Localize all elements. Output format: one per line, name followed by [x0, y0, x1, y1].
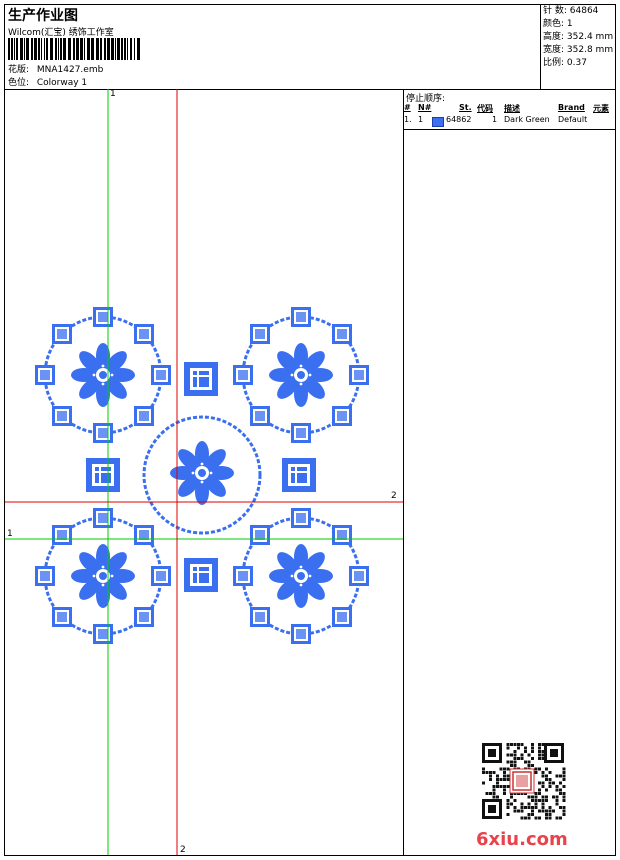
- width-value: 352.8 mm: [566, 45, 614, 55]
- scale-row: 比例: 0.37: [541, 57, 617, 70]
- square-motif-left: [85, 457, 121, 493]
- row-n: 1: [418, 115, 424, 124]
- col-code: 代码: [477, 104, 493, 113]
- watermark-brand: 6xiu.com: [476, 829, 568, 850]
- color-count-label: 颜色:: [543, 19, 565, 29]
- stitch-count-label: 针 数:: [543, 6, 567, 16]
- stitch-count-row: 针 数: 64864: [541, 5, 617, 18]
- design-canvas: 1 1 2 2: [5, 89, 404, 855]
- red-vertical-guide-label: 2: [180, 845, 186, 855]
- scale-value: 0.37: [566, 58, 587, 68]
- col-stitches: St.: [459, 103, 472, 112]
- row-code: 1: [492, 115, 498, 124]
- square-motif-bottom: [183, 557, 219, 593]
- stop-sequence-panel: 停止顺序: # N# St. 代码 描述 Brand 元素 1. 1 64862…: [404, 89, 615, 855]
- height-label: 高度:: [543, 32, 565, 42]
- height-row: 高度: 352.4 mm: [541, 31, 617, 44]
- colorway-label: 色位:: [8, 78, 30, 88]
- production-worksheet: 生产作业图 Wilcom(汇宝) 绣饰工作室 花版: MNA1427.emb 色…: [4, 4, 616, 856]
- col-num: #: [404, 103, 411, 112]
- design-info-box: 针 数: 64864 颜色: 1 高度: 352.4 mm 宽度: 352.8 …: [540, 5, 617, 89]
- page-title: 生产作业图: [8, 8, 78, 24]
- colorway-value: Colorway 1: [36, 78, 88, 88]
- barcode-image: [8, 38, 140, 60]
- stop-sequence-table: # N# St. 代码 描述 Brand 元素 1. 1 64862 1 Dar…: [404, 103, 615, 130]
- green-horizontal-guide-label: 1: [7, 529, 13, 539]
- stitch-count-value: 64864: [569, 6, 599, 16]
- color-count-row: 颜色: 1: [541, 18, 617, 31]
- red-horizontal-guide-label: 2: [391, 491, 397, 501]
- square-motif-right: [281, 457, 317, 493]
- table-header: # N# St. 代码 描述 Brand 元素: [404, 103, 615, 115]
- row-description: Dark Green: [504, 115, 550, 124]
- col-brand: Brand: [558, 103, 585, 112]
- design-file-label: 花版:: [8, 65, 30, 75]
- width-row: 宽度: 352.8 mm: [541, 44, 617, 57]
- row-stitches: 64862: [446, 115, 472, 124]
- qr-code-image: [480, 741, 566, 821]
- design-file-value: MNA1427.emb: [36, 65, 104, 75]
- scale-label: 比例:: [543, 58, 565, 68]
- rosette-bottom-right: [233, 508, 369, 644]
- row-num: 1.: [404, 115, 412, 124]
- row-brand: Default: [558, 115, 588, 124]
- col-n: N#: [418, 103, 432, 112]
- col-description: 描述: [504, 104, 520, 113]
- col-element: 元素: [593, 104, 609, 113]
- studio-name: Wilcom(汇宝) 绣饰工作室: [8, 28, 114, 38]
- rosette-center: [142, 415, 262, 535]
- width-label: 宽度:: [543, 45, 565, 55]
- color-count-value: 1: [566, 19, 573, 29]
- green-vertical-guide-label: 1: [110, 89, 116, 99]
- height-value: 352.4 mm: [566, 32, 614, 42]
- colorway-row: 色位: Colorway 1: [8, 75, 87, 88]
- rosette-top-left: [35, 307, 171, 443]
- rosette-top-right: [233, 307, 369, 443]
- embroidery-design: [5, 89, 403, 855]
- design-file-row: 花版: MNA1427.emb: [8, 62, 103, 75]
- worksheet-header: 生产作业图 Wilcom(汇宝) 绣饰工作室 花版: MNA1427.emb 色…: [5, 5, 615, 90]
- table-row: 1. 1 64862 1 Dark Green Default: [404, 115, 615, 127]
- thread-color-swatch: [432, 117, 444, 127]
- square-motif-top: [183, 361, 219, 397]
- rosette-bottom-left: [35, 508, 171, 644]
